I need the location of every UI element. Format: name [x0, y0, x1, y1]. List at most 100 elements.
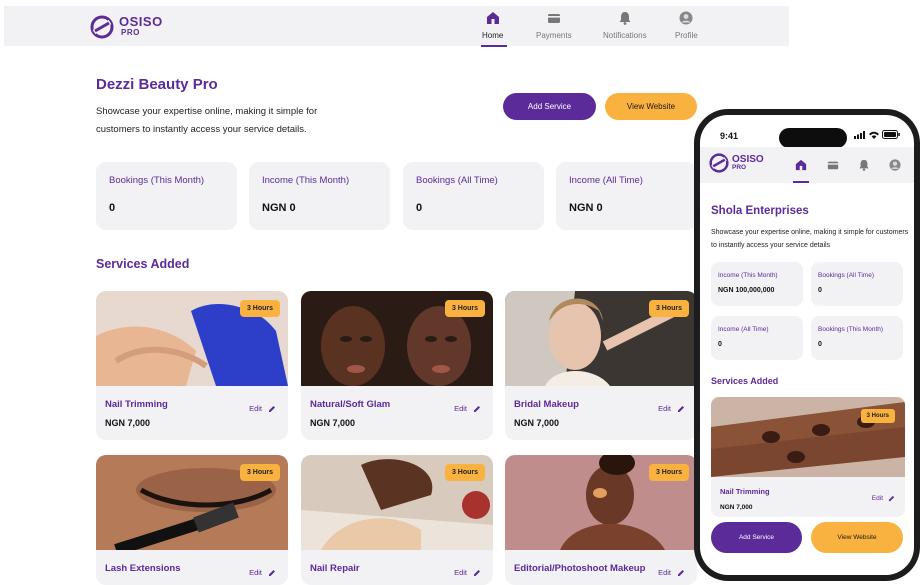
duration-badge: 3 Hours — [860, 409, 895, 423]
edit-service-button[interactable]: Edit — [249, 404, 276, 413]
osiso-logo-icon — [709, 153, 729, 173]
stat-value: 0 — [416, 202, 423, 214]
service-name: Bridal Makeup — [514, 399, 579, 410]
edit-label: Edit — [871, 495, 883, 502]
stat-value: 0 — [818, 287, 822, 294]
edit-service-button[interactable]: Edit — [658, 404, 685, 413]
business-description: Showcase your expertise online, making i… — [711, 229, 909, 249]
nav-notifications-label: Notifications — [603, 31, 647, 40]
phone-mockup: 9:41 OSISO PRO Shola Enterprises Showcas… — [694, 109, 920, 581]
osiso-pro-logo[interactable]: OSISO PRO — [709, 153, 764, 173]
mobile-top-navigation: OSISO PRO — [700, 147, 914, 183]
home-icon[interactable] — [795, 159, 807, 171]
service-name: Natural/Soft Glam — [310, 399, 391, 410]
stat-label: Bookings (All Time) — [818, 272, 874, 279]
add-service-button[interactable]: Add Service — [711, 522, 802, 553]
bell-icon — [619, 12, 631, 25]
active-tab-indicator — [793, 181, 809, 183]
services-section-title: Services Added — [711, 376, 779, 386]
nav-home-label: Home — [482, 31, 504, 40]
nav-payments-label: Payments — [536, 31, 572, 40]
osiso-logo-icon — [90, 15, 114, 39]
service-name: Nail Trimming — [720, 487, 770, 496]
stat-card-income-all-time: Income (All Time) NGN 0 — [556, 162, 697, 230]
stat-value: NGN 0 — [262, 202, 296, 214]
service-card-natural-soft-glam[interactable]: 3 Hours Natural/Soft Glam NGN 7,000 Edit — [301, 291, 493, 440]
payments-icon[interactable] — [827, 159, 839, 171]
nav-payments[interactable]: Payments — [536, 11, 572, 40]
edit-label: Edit — [249, 404, 262, 413]
stat-card-bookings-all-time: Bookings (All Time) 0 — [811, 262, 903, 306]
service-name: Nail Trimming — [105, 399, 168, 410]
active-tab-indicator — [481, 45, 507, 47]
edit-service-button[interactable]: Edit — [454, 568, 481, 577]
edit-label: Edit — [658, 568, 671, 577]
dynamic-island — [779, 128, 847, 148]
service-card-nail-trimming[interactable]: 3 Hours Nail Trimming NGN 7,000 Edit — [711, 397, 905, 517]
duration-badge: 3 Hours — [239, 300, 280, 317]
stat-label: Bookings (This Month) — [109, 175, 205, 186]
service-price: NGN 7,000 — [310, 418, 356, 428]
brand-tier: PRO — [732, 163, 747, 171]
stat-card-income-all-time: Income (All Time) 0 — [711, 316, 803, 360]
brand-name: OSISO — [119, 14, 163, 29]
edit-service-button[interactable]: Edit — [454, 404, 481, 413]
nav-profile-label: Profile — [675, 31, 698, 40]
stat-label: Income (This Month) — [718, 272, 778, 279]
duration-badge: 3 Hours — [444, 464, 485, 481]
stat-value: 0 — [109, 202, 116, 214]
stat-label: Bookings (All Time) — [416, 175, 498, 186]
service-card-nail-repair[interactable]: 3 Hours Nail Repair Edit — [301, 455, 493, 585]
service-price: NGN 7,000 — [720, 504, 753, 511]
profile-icon[interactable] — [889, 159, 901, 171]
nav-notifications[interactable]: Notifications — [603, 11, 647, 40]
service-price: NGN 7,000 — [514, 418, 560, 428]
stat-card-income-this-month: Income (This Month) NGN 100,000,000 — [711, 262, 803, 306]
edit-label: Edit — [454, 568, 467, 577]
edit-service-button[interactable]: Edit — [658, 568, 685, 577]
edit-service-button[interactable]: Edit — [872, 495, 895, 502]
phone-screen: 9:41 OSISO PRO Shola Enterprises Showcas… — [700, 115, 914, 575]
nav-home[interactable]: Home — [482, 11, 503, 40]
service-card-lash-extensions[interactable]: 3 Hours Lash Extensions Edit — [96, 455, 288, 585]
stat-value: NGN 0 — [569, 202, 603, 214]
pencil-icon — [678, 405, 684, 412]
status-bar-icons — [854, 130, 900, 139]
pencil-icon — [888, 495, 895, 502]
stat-label: Income (This Month) — [262, 175, 350, 186]
pencil-icon — [269, 569, 275, 576]
service-name: Editorial/Photoshoot Makeup — [514, 563, 646, 574]
stat-value: 0 — [818, 341, 822, 348]
view-website-button[interactable]: View Website — [811, 522, 903, 553]
stat-label: Income (All Time) — [718, 326, 769, 333]
stat-label: Income (All Time) — [569, 175, 643, 186]
edit-label: Edit — [454, 404, 467, 413]
nav-profile[interactable]: Profile — [675, 11, 698, 40]
stat-value: 0 — [718, 341, 722, 348]
stat-card-bookings-all-time: Bookings (All Time) 0 — [403, 162, 544, 230]
duration-badge: 3 Hours — [648, 300, 689, 317]
bell-icon[interactable] — [858, 159, 870, 171]
signal-icon — [854, 130, 865, 139]
edit-service-button[interactable]: Edit — [249, 568, 276, 577]
service-card-bridal-makeup[interactable]: 3 Hours Bridal Makeup NGN 7,000 Edit — [505, 291, 697, 440]
pencil-icon — [474, 405, 480, 412]
service-card-nail-trimming[interactable]: 3 Hours Nail Trimming NGN 7,000 Edit — [96, 291, 288, 440]
status-bar-time: 9:41 — [720, 131, 739, 141]
stat-card-bookings-this-month: Bookings (This Month) 0 — [811, 316, 903, 360]
pencil-icon — [269, 405, 275, 412]
pencil-icon — [474, 569, 480, 576]
duration-badge: 3 Hours — [444, 300, 485, 317]
pencil-icon — [678, 569, 684, 576]
service-card-editorial-photoshoot-makeup[interactable]: 3 Hours Editorial/Photoshoot Makeup Edit — [505, 455, 697, 585]
stat-value: NGN 100,000,000 — [718, 287, 775, 294]
payments-icon — [547, 14, 560, 23]
edit-label: Edit — [658, 404, 671, 413]
view-website-button[interactable]: View Website — [605, 93, 697, 120]
business-name: Dezzi Beauty Pro — [96, 76, 218, 93]
add-service-button[interactable]: Add Service — [503, 93, 596, 120]
osiso-pro-logo[interactable]: OSISO PRO — [90, 15, 163, 39]
service-name: Nail Repair — [310, 563, 360, 574]
business-description: Showcase your expertise online, making i… — [96, 106, 318, 135]
profile-icon — [679, 11, 693, 25]
